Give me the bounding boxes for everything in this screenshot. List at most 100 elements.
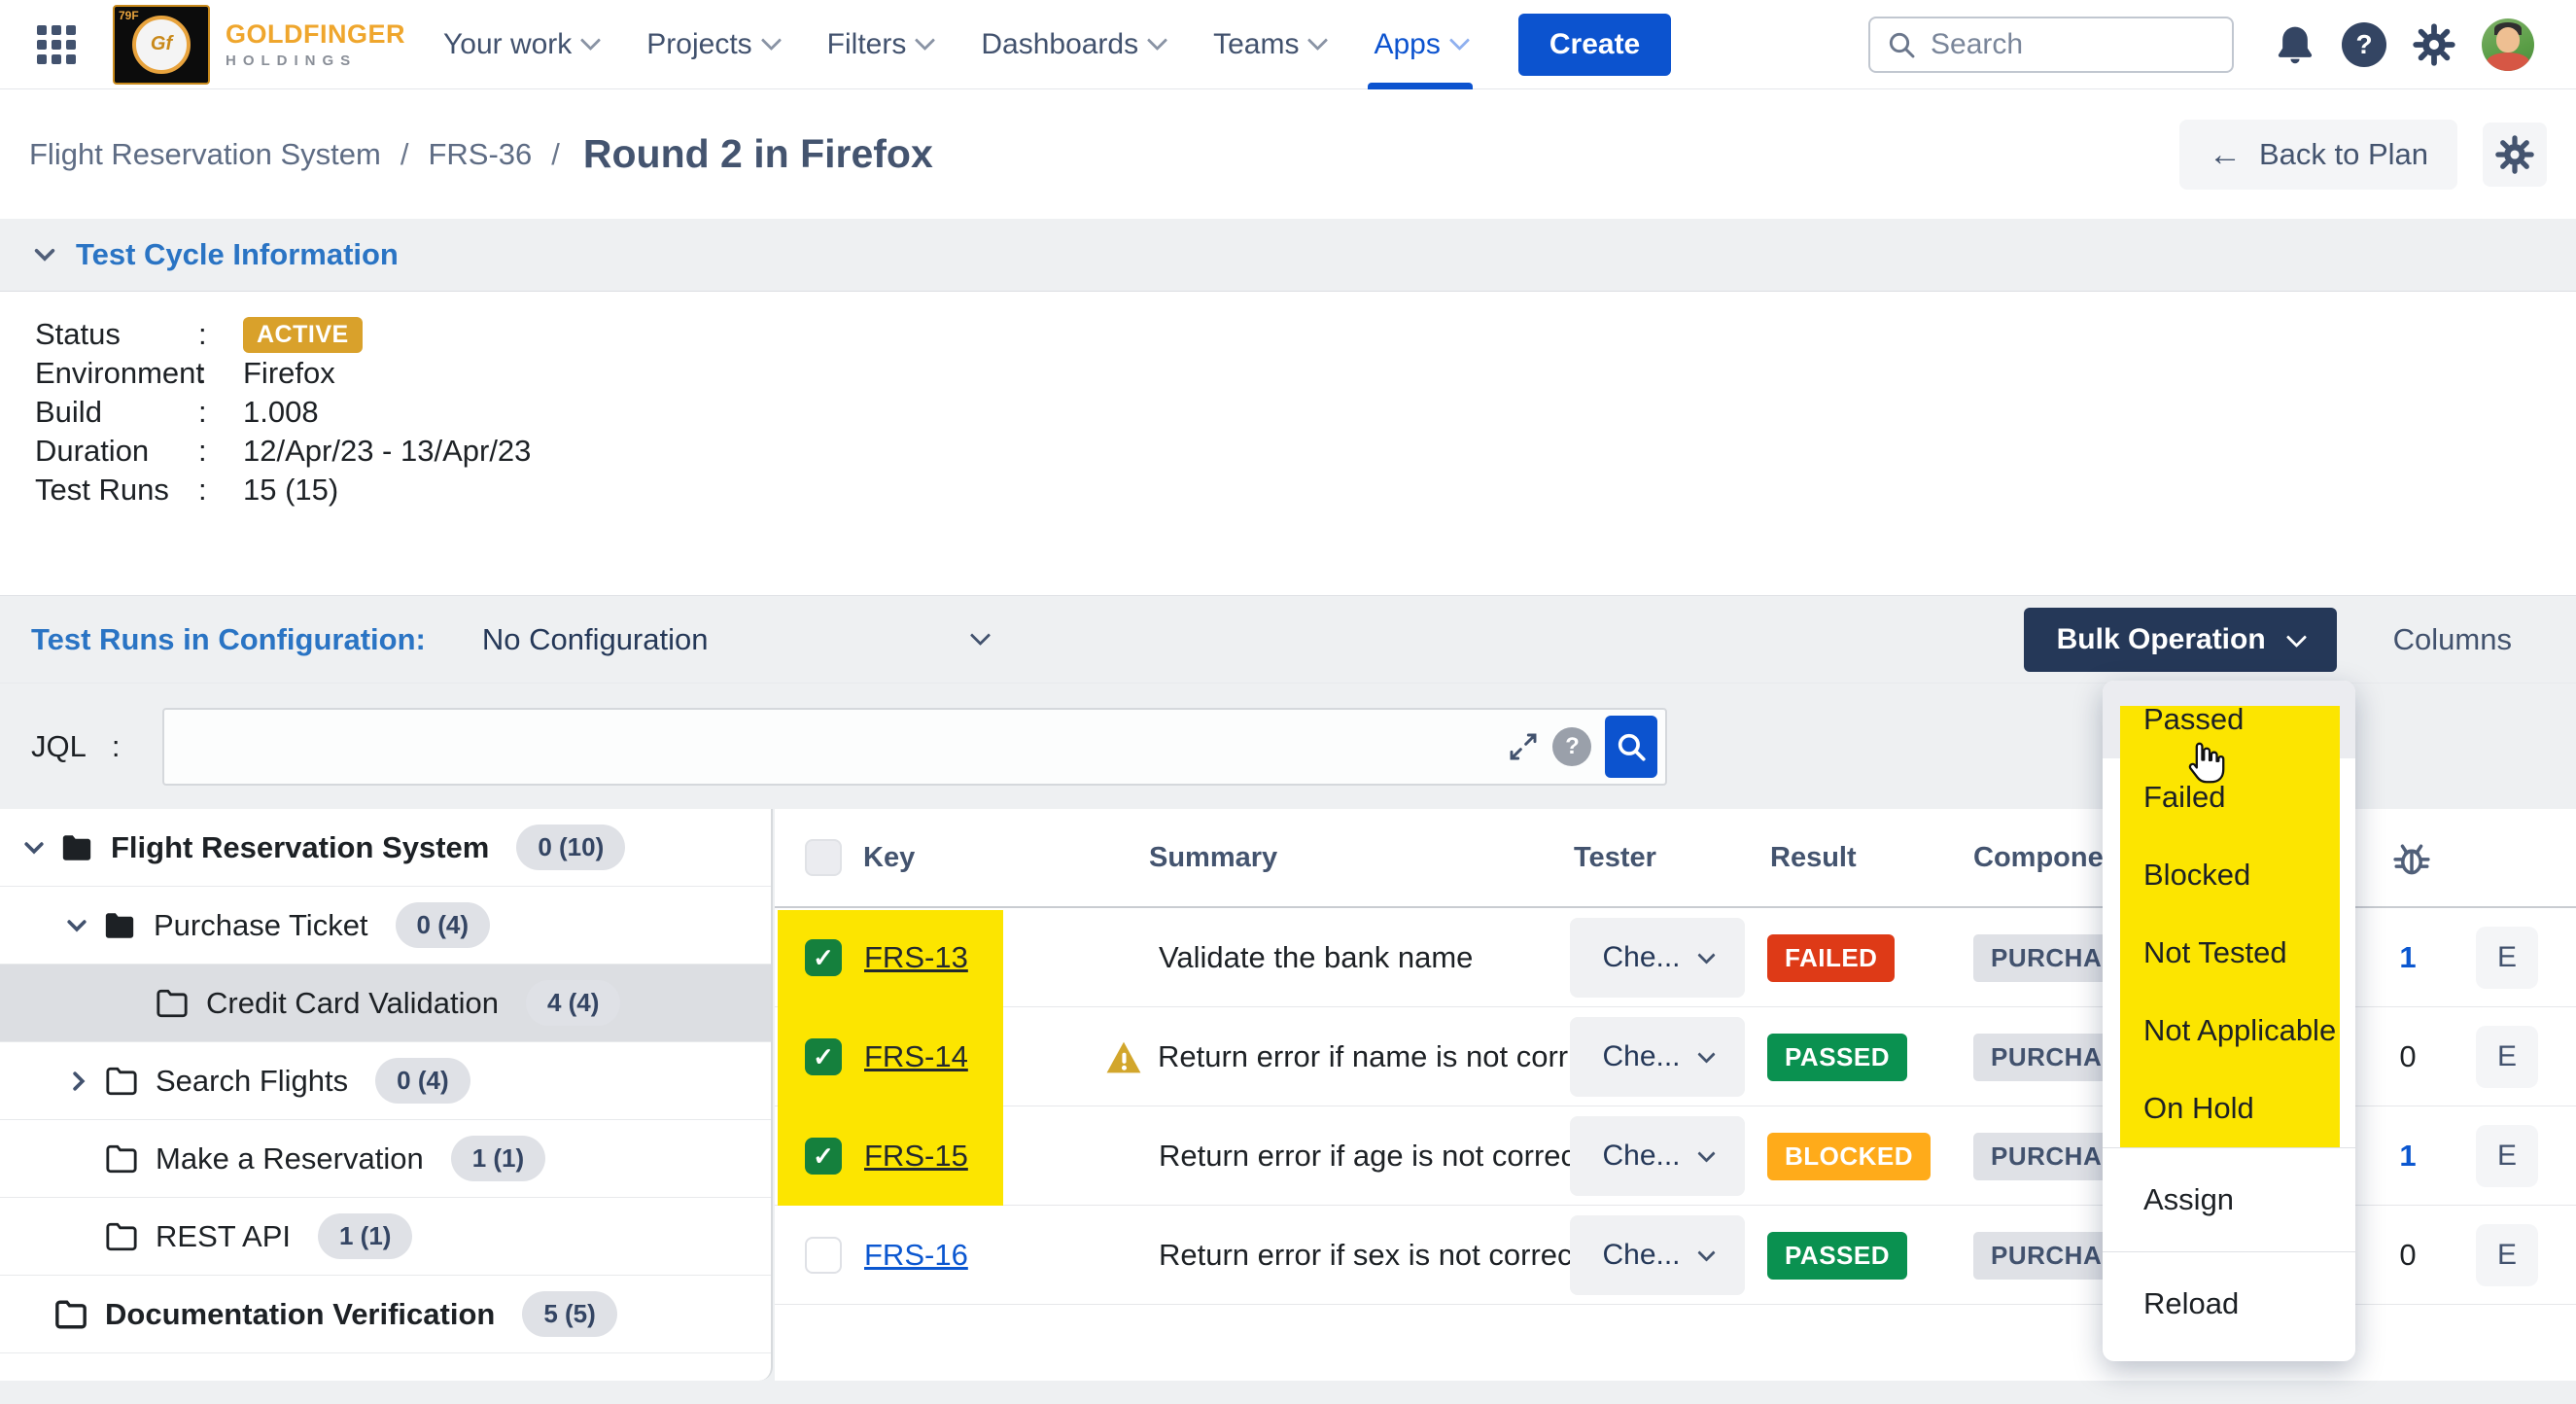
tree-item-label: Search Flights <box>156 1064 348 1099</box>
issue-key-link[interactable]: FRS-16 <box>864 1238 968 1273</box>
execute-button[interactable]: E <box>2476 1026 2538 1088</box>
menu-item-not-tested[interactable]: Not Tested <box>2103 914 2355 992</box>
create-button[interactable]: Create <box>1518 14 1671 76</box>
global-search-input[interactable]: Search <box>1868 17 2234 73</box>
menu-item-on-hold[interactable]: On Hold <box>2103 1070 2355 1147</box>
menu-item-assign[interactable]: Assign <box>2103 1148 2355 1251</box>
nav-item-your-work[interactable]: Your work <box>443 0 598 89</box>
tree-item-count-badge: 1 (1) <box>451 1136 545 1181</box>
field-value: 15 (15) <box>243 473 338 508</box>
notifications-bell-icon[interactable] <box>2274 23 2316 66</box>
menu-item-blocked[interactable]: Blocked <box>2103 836 2355 914</box>
chevron-down-icon <box>1147 30 1167 51</box>
help-icon[interactable]: ? <box>2342 22 2386 67</box>
tree-item-count-badge: 0 (4) <box>375 1058 470 1104</box>
issue-key-link[interactable]: FRS-15 <box>864 1139 968 1174</box>
tester-select[interactable]: Che... <box>1570 1017 1745 1097</box>
tester-value: Che... <box>1602 1040 1680 1073</box>
result-badge: BLOCKED <box>1767 1133 1931 1180</box>
nav-label: Your work <box>443 28 572 61</box>
issue-key-link[interactable]: FRS-13 <box>864 940 968 975</box>
menu-item-label: Assign <box>2103 1182 2234 1217</box>
header-tester[interactable]: Tester <box>1574 809 1656 906</box>
nav-item-filters[interactable]: Filters <box>827 0 933 89</box>
tree-item-make-a-reservation[interactable]: Make a Reservation 1 (1) <box>0 1120 771 1198</box>
folder-outline-icon <box>54 1300 87 1329</box>
execute-button[interactable]: E <box>2476 1224 2538 1286</box>
defect-count-link[interactable]: 1 <box>2379 1139 2437 1174</box>
columns-button[interactable]: Columns <box>2393 622 2512 657</box>
chevron-down-icon <box>915 30 935 51</box>
tester-select[interactable]: Che... <box>1570 1116 1745 1196</box>
menu-item-reload[interactable]: Reload <box>2103 1252 2355 1355</box>
cycle-settings-gear-icon[interactable] <box>2483 123 2547 187</box>
configuration-select[interactable]: No Configuration <box>482 622 988 657</box>
jql-help-icon[interactable]: ? <box>1552 727 1591 766</box>
nav-item-apps[interactable]: Apps <box>1374 0 1466 89</box>
tester-value: Che... <box>1602 941 1680 974</box>
bulk-operation-label: Bulk Operation <box>2057 623 2266 656</box>
test-runs-config-bar: Test Runs in Configuration: No Configura… <box>0 595 2576 683</box>
tree-item-search-flights[interactable]: Search Flights 0 (4) <box>0 1042 771 1120</box>
configuration-value: No Configuration <box>482 622 709 657</box>
jql-label: JQL : <box>31 729 120 764</box>
tree-item-rest-api[interactable]: REST API 1 (1) <box>0 1198 771 1276</box>
tree-item-count-badge: 0 (4) <box>396 902 490 948</box>
issue-key-link[interactable]: FRS-14 <box>864 1039 968 1074</box>
row-checkbox[interactable] <box>805 1138 842 1175</box>
menu-item-passed[interactable]: Passed <box>2103 681 2355 758</box>
execute-button[interactable]: E <box>2476 927 2538 989</box>
select-all-checkbox[interactable] <box>805 839 842 876</box>
header-key[interactable]: Key <box>863 809 915 906</box>
page-title: Round 2 in Firefox <box>583 131 933 177</box>
bug-icon <box>2390 836 2433 879</box>
user-avatar[interactable] <box>2482 18 2534 71</box>
menu-item-failed[interactable]: Failed <box>2103 758 2355 836</box>
row-checkbox[interactable] <box>805 939 842 976</box>
tree-item-count-badge: 0 (10) <box>516 825 625 870</box>
jql-input[interactable]: ? <box>162 708 1667 786</box>
nav-item-teams[interactable]: Teams <box>1213 0 1325 89</box>
tester-select[interactable]: Che... <box>1570 1215 1745 1295</box>
header-result[interactable]: Result <box>1770 809 1857 906</box>
menu-item-not-applicable[interactable]: Not Applicable <box>2103 992 2355 1070</box>
row-checkbox[interactable] <box>805 1038 842 1075</box>
nav-item-projects[interactable]: Projects <box>646 0 778 89</box>
bulk-operation-button[interactable]: Bulk Operation <box>2024 608 2337 672</box>
breadcrumb-bar: Flight Reservation System / FRS-36 / Rou… <box>0 89 2576 219</box>
tree-item-purchase-ticket[interactable]: Purchase Ticket 0 (4) <box>0 887 771 965</box>
field-label: Environment <box>35 356 198 391</box>
settings-gear-icon[interactable] <box>2412 22 2456 67</box>
field-build: Build : 1.008 <box>35 393 531 432</box>
expand-icon[interactable] <box>1508 731 1539 762</box>
breadcrumb-separator: / <box>551 137 560 172</box>
tree-item-flight-reservation-system[interactable]: Flight Reservation System 0 (10) <box>0 809 771 887</box>
back-to-plan-button[interactable]: ← Back to Plan <box>2179 120 2457 190</box>
chevron-right-icon[interactable] <box>66 1069 91 1094</box>
breadcrumb-project[interactable]: Flight Reservation System <box>29 137 381 172</box>
nav-item-dashboards[interactable]: Dashboards <box>981 0 1165 89</box>
tree-item-documentation-verification[interactable]: Documentation Verification 5 (5) <box>0 1276 771 1353</box>
row-checkbox[interactable] <box>805 1237 842 1274</box>
chevron-down-icon[interactable] <box>64 913 89 938</box>
breadcrumb-issue[interactable]: FRS-36 <box>428 137 532 172</box>
test-cycle-info-header[interactable]: Test Cycle Information <box>0 219 2576 292</box>
app-switcher-icon[interactable] <box>37 25 76 64</box>
logo-corner-mark: 79F <box>119 9 139 22</box>
tree-item-label: REST API <box>156 1219 291 1254</box>
tester-value: Che... <box>1602 1140 1680 1173</box>
nav-label: Projects <box>646 28 751 61</box>
header-summary[interactable]: Summary <box>1149 809 1277 906</box>
field-colon: : <box>198 395 243 430</box>
menu-item-label: Passed <box>2103 702 2244 737</box>
field-value: 12/Apr/23 - 13/Apr/23 <box>243 434 531 469</box>
defect-count-link[interactable]: 1 <box>2379 940 2437 975</box>
tree-item-credit-card-validation[interactable]: Credit Card Validation 4 (4) <box>0 965 771 1042</box>
jql-search-button[interactable] <box>1605 716 1657 778</box>
chevron-down-icon[interactable] <box>21 835 47 860</box>
execute-button[interactable]: E <box>2476 1125 2538 1187</box>
defect-count: 0 <box>2379 1238 2437 1273</box>
tester-select[interactable]: Che... <box>1570 918 1745 998</box>
jql-colon: : <box>112 729 121 764</box>
goldfinger-logo[interactable]: 79F Gf GOLDFINGER HOLDINGS <box>113 5 405 85</box>
